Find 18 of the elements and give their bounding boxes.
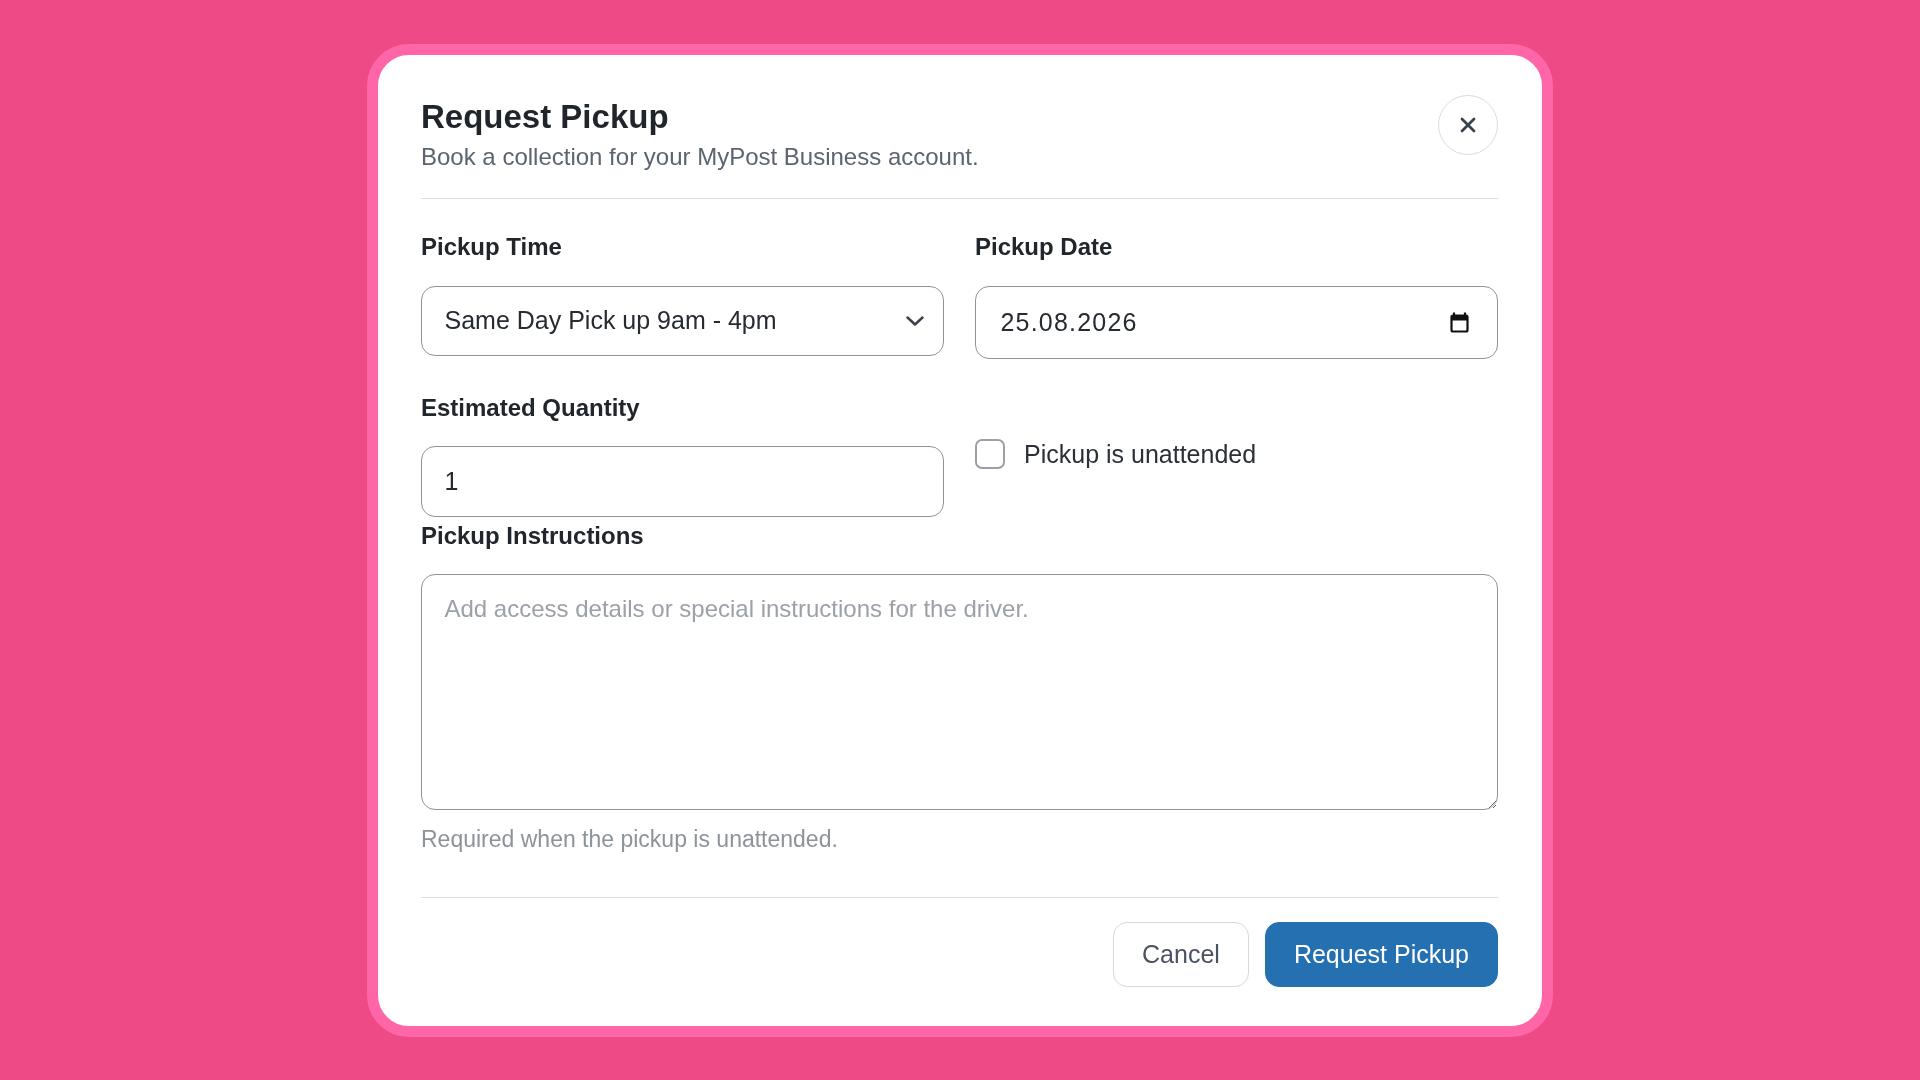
checkbox[interactable] <box>975 438 1005 469</box>
submit-button[interactable]: Request Pickup <box>1264 921 1498 987</box>
dialog-subtitle: Book a collection for your MyPost Business account. <box>421 141 979 172</box>
field-label: Pickup Instructions <box>421 520 644 551</box>
date-field[interactable]: 25.08.2026 <box>975 285 1498 359</box>
close-icon <box>1460 116 1476 133</box>
calendar-icon <box>1450 311 1469 333</box>
text-area[interactable]: Add access details or special instructions for the driver. <box>421 573 1498 810</box>
field-label: Estimated Quantity <box>421 392 640 423</box>
cancel-button[interactable]: Cancel <box>1113 921 1249 987</box>
dialog-title: Request Pickup <box>421 96 669 137</box>
input-field[interactable]: 1 <box>421 445 944 517</box>
select-field[interactable]: Same Day Pick up 9am - 4pm <box>421 285 944 356</box>
help-text: Required when the pickup is unattended. <box>421 824 838 853</box>
checkbox-label[interactable]: Pickup is unattended <box>1024 438 1257 469</box>
chevron-down-icon <box>906 315 924 326</box>
field-label: Pickup Date <box>975 231 1113 262</box>
field-label: Pickup Time <box>421 231 562 262</box>
